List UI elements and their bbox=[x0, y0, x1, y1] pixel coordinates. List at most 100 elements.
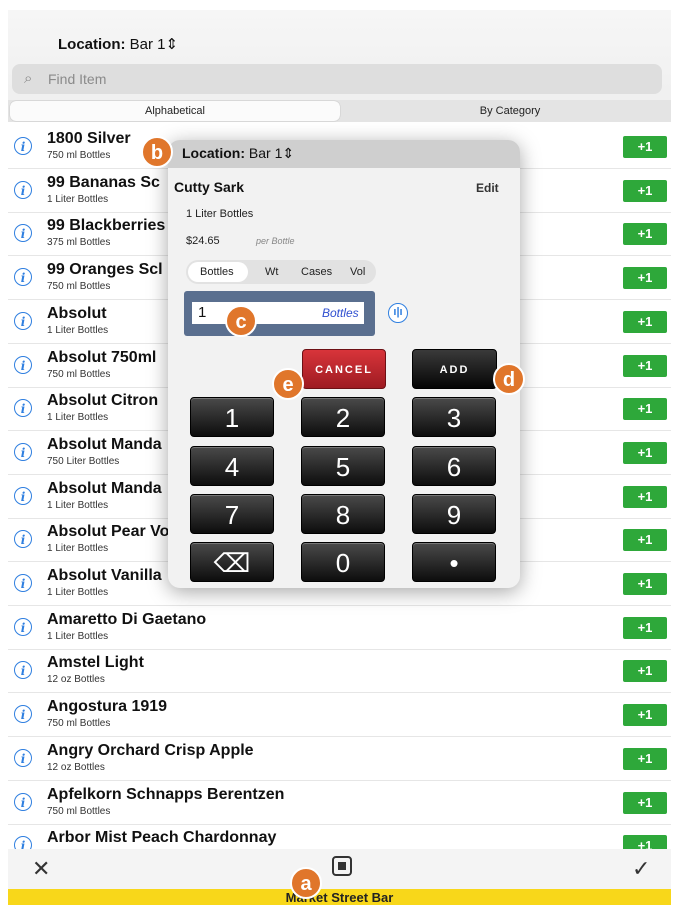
item-name: Absolut Vanilla bbox=[47, 567, 162, 584]
info-icon[interactable]: i bbox=[14, 748, 32, 767]
increment-button[interactable]: +1 bbox=[623, 267, 667, 290]
increment-button[interactable]: +1 bbox=[623, 354, 667, 377]
search-placeholder: Find Item bbox=[48, 71, 107, 87]
info-icon[interactable]: i bbox=[14, 705, 32, 724]
info-icon[interactable]: i bbox=[14, 224, 32, 243]
info-icon[interactable]: i bbox=[14, 137, 32, 155]
item-size: 750 ml Bottles bbox=[47, 718, 111, 730]
add-button[interactable]: ADD bbox=[412, 349, 497, 389]
info-icon[interactable]: i bbox=[14, 355, 32, 374]
key-8[interactable]: 8 bbox=[301, 494, 385, 534]
item-name: 99 Blackberries bbox=[47, 217, 166, 235]
scan-icon[interactable] bbox=[332, 856, 352, 876]
list-item[interactable]: i Amaretto Di Gaetano 1 Liter Bottles +1 bbox=[8, 605, 671, 650]
key-1[interactable]: 1 bbox=[190, 397, 274, 437]
voice-input-icon[interactable]: ı|ı bbox=[388, 303, 408, 323]
item-size: 750 ml Bottles bbox=[47, 368, 111, 380]
item-name: Angostura 1919 bbox=[47, 698, 168, 716]
item-size: 1 Liter Bottles bbox=[47, 193, 109, 205]
unit-bottles[interactable]: Bottles bbox=[200, 266, 234, 278]
key-9[interactable]: 9 bbox=[412, 494, 496, 534]
increment-button[interactable]: +1 bbox=[623, 747, 667, 770]
list-item[interactable]: i Amstel Light 12 oz Bottles +1 bbox=[8, 648, 671, 694]
search-input[interactable] bbox=[12, 64, 662, 94]
unit-wt[interactable]: Wt bbox=[265, 266, 278, 278]
item-size: 750 Liter Bottles bbox=[47, 455, 120, 467]
increment-button[interactable]: +1 bbox=[623, 310, 667, 333]
key-3[interactable]: 3 bbox=[412, 397, 496, 437]
item-size: 750 ml Bottles bbox=[47, 805, 111, 817]
key-4[interactable]: 4 bbox=[190, 446, 274, 486]
info-icon[interactable]: i bbox=[14, 399, 32, 418]
info-icon[interactable]: i bbox=[14, 792, 32, 811]
item-size: 1 Liter Bottles bbox=[47, 324, 109, 336]
increment-button[interactable]: +1 bbox=[623, 573, 667, 595]
footer-venue-name: Market Street Bar bbox=[8, 889, 671, 905]
cancel-button[interactable]: CANCEL bbox=[302, 349, 386, 389]
key-2[interactable]: 2 bbox=[301, 397, 385, 437]
key-6[interactable]: 6 bbox=[412, 446, 496, 486]
item-name: Arbor Mist Peach Chardonnay bbox=[47, 829, 277, 847]
tab-by-category[interactable]: By Category bbox=[350, 101, 670, 121]
item-size: 1 Liter Bottles bbox=[47, 499, 109, 511]
annotation-badge-a: a bbox=[290, 867, 322, 899]
info-icon[interactable]: i bbox=[14, 442, 32, 461]
increment-button[interactable]: +1 bbox=[623, 529, 667, 552]
modal-location-selector[interactable]: Location: Bar 1⇕ bbox=[182, 145, 294, 162]
list-item[interactable]: i Angostura 1919 750 ml Bottles +1 bbox=[8, 692, 671, 738]
increment-button[interactable]: +1 bbox=[623, 485, 667, 508]
info-icon[interactable]: i bbox=[14, 661, 32, 680]
close-icon[interactable]: ✕ bbox=[32, 856, 50, 882]
increment-button[interactable]: +1 bbox=[623, 791, 667, 814]
increment-button[interactable]: +1 bbox=[623, 223, 667, 246]
info-icon[interactable]: i bbox=[14, 311, 32, 330]
info-icon[interactable]: i bbox=[14, 574, 32, 592]
unit-cases[interactable]: Cases bbox=[301, 266, 332, 278]
location-value: Bar 1 bbox=[129, 36, 166, 53]
quantity-value: 1 bbox=[198, 304, 207, 321]
item-name: Cutty Sark bbox=[174, 179, 245, 195]
checkmark-icon[interactable]: ✓ bbox=[632, 856, 650, 882]
increment-button[interactable]: +1 bbox=[623, 398, 667, 421]
info-icon[interactable]: i bbox=[14, 486, 32, 505]
increment-button[interactable]: +1 bbox=[623, 136, 667, 158]
item-size: 1 Liter Bottles bbox=[47, 587, 109, 598]
modal-location-label: Location: bbox=[182, 145, 245, 161]
info-icon[interactable]: i bbox=[14, 180, 32, 199]
item-size: 1 Liter Bottles bbox=[47, 543, 109, 555]
chevron-updown-icon: ⇕ bbox=[282, 145, 295, 161]
location-selector[interactable]: Location: Bar 1⇕ bbox=[58, 35, 178, 53]
edit-button[interactable]: Edit bbox=[476, 181, 499, 195]
item-size: 750 ml Bottles bbox=[47, 150, 111, 161]
item-name: Absolut Pear Vo bbox=[47, 523, 170, 541]
info-icon[interactable]: i bbox=[14, 530, 32, 549]
backspace-key-icon[interactable]: ⌫ bbox=[190, 542, 274, 582]
item-name: Absolut Manda bbox=[47, 435, 162, 453]
item-name: Apfelkorn Schnapps Berentzen bbox=[47, 785, 285, 803]
increment-button[interactable]: +1 bbox=[623, 179, 667, 202]
list-item[interactable]: i Angry Orchard Crisp Apple 12 oz Bottles +… bbox=[8, 736, 671, 781]
search-icon: ⌕ bbox=[24, 70, 33, 87]
list-item[interactable]: i Apfelkorn Schnapps Berentzen 750 ml Bott… bbox=[8, 780, 671, 825]
item-name: Angry Orchard Crisp Apple bbox=[47, 741, 254, 759]
annotation-badge-e: e bbox=[272, 368, 304, 400]
unit-vol[interactable]: Vol bbox=[350, 266, 365, 278]
key-decimal[interactable]: • bbox=[412, 542, 496, 582]
key-7[interactable]: 7 bbox=[190, 494, 274, 534]
item-name: Absolut 750ml bbox=[47, 348, 157, 366]
item-price: $24.65 bbox=[186, 235, 220, 247]
increment-button[interactable]: +1 bbox=[623, 704, 667, 727]
item-name: 1800 Silver bbox=[47, 130, 131, 147]
info-icon[interactable]: i bbox=[14, 617, 32, 636]
increment-button[interactable]: +1 bbox=[623, 441, 667, 464]
tab-alphabetical[interactable]: Alphabetical bbox=[10, 101, 340, 121]
info-icon[interactable]: i bbox=[14, 268, 32, 287]
increment-button[interactable]: +1 bbox=[623, 660, 667, 683]
item-size: 12 oz Bottles bbox=[47, 761, 105, 773]
key-5[interactable]: 5 bbox=[301, 446, 385, 486]
item-size: 375 ml Bottles bbox=[47, 237, 111, 249]
key-0[interactable]: 0 bbox=[301, 542, 385, 582]
increment-button[interactable]: +1 bbox=[623, 616, 667, 639]
modal-location-value: Bar 1 bbox=[248, 145, 283, 161]
item-size: 12 oz Bottles bbox=[47, 674, 105, 686]
